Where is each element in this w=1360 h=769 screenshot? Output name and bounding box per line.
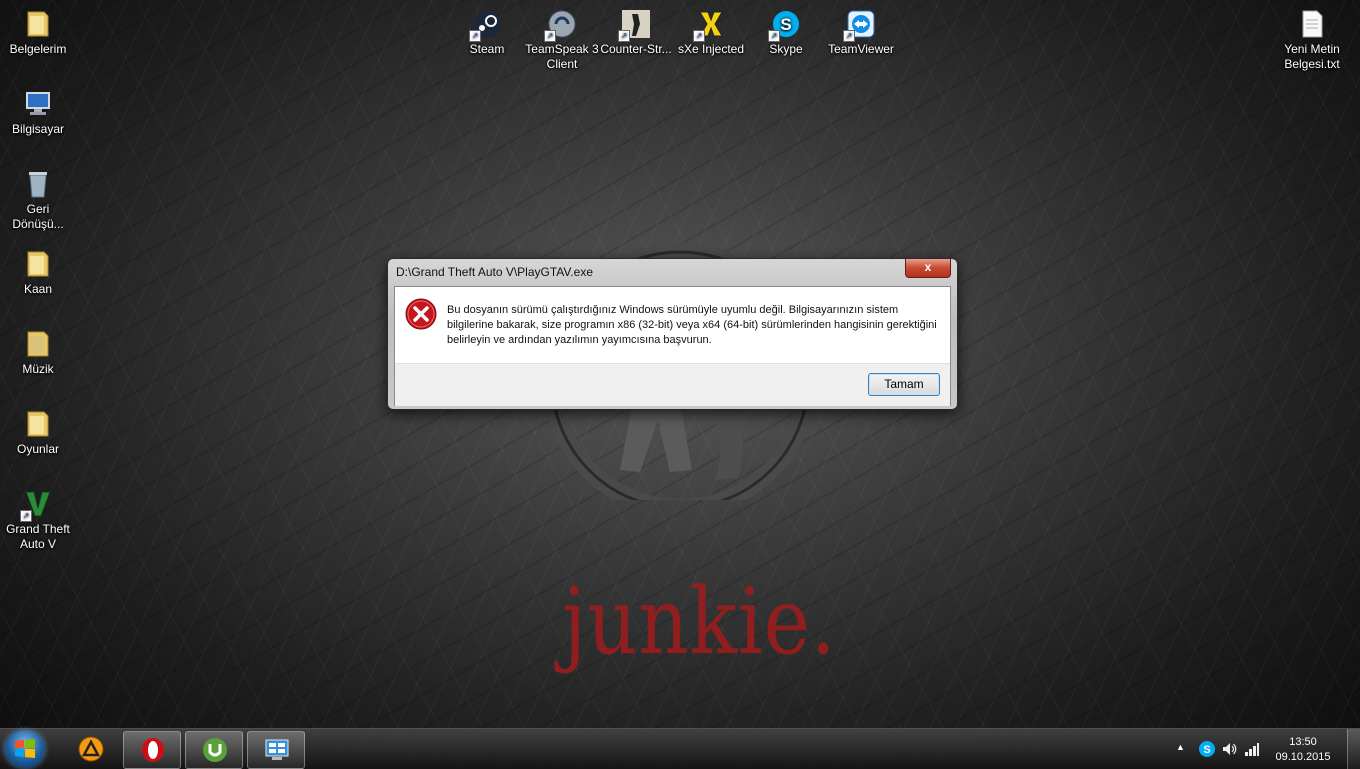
music-folder-icon <box>22 328 54 360</box>
desktop-icon-label: Yeni Metin Belgesi.txt <box>1284 42 1340 71</box>
desktop-icon-label: Geri Dönüşü... <box>12 202 64 231</box>
taskbar-utorrent[interactable] <box>185 731 243 769</box>
svg-text:S: S <box>1203 744 1210 756</box>
show-desktop-button[interactable] <box>1347 729 1360 769</box>
taskbar-clock[interactable]: 13:50 09.10.2015 <box>1268 735 1338 765</box>
desktop-icon-skype[interactable]: S ↗ Skype <box>748 8 824 57</box>
desktop-icon-label: Bilgisayar <box>11 122 65 136</box>
desktop-icon-music[interactable]: Müzik <box>0 328 76 377</box>
desktop-icon-gta-v[interactable]: ↗ Grand Theft Auto V <box>0 488 76 552</box>
shortcut-arrow-icon: ↗ <box>618 30 630 42</box>
shortcut-arrow-icon: ↗ <box>469 30 481 42</box>
teamviewer-icon: ↗ <box>843 8 877 42</box>
dialog-message: Bu dosyanın sürümü çalıştırdığınız Windo… <box>447 304 937 346</box>
folder-icon <box>22 408 54 440</box>
error-icon <box>405 298 437 330</box>
desktop-icon-kaan[interactable]: Kaan <box>0 248 76 297</box>
start-button[interactable] <box>5 730 45 768</box>
clock-time: 13:50 <box>1289 736 1317 748</box>
volume-icon[interactable] <box>1222 742 1238 756</box>
desktop-icon-documents[interactable]: Belgelerim <box>0 8 76 57</box>
dialog-title: D:\Grand Theft Auto V\PlayGTAV.exe <box>396 265 593 279</box>
opera-icon <box>142 738 164 762</box>
clock-date: 09.10.2015 <box>1275 751 1331 763</box>
desktop-icon-label: Oyunlar <box>16 442 60 456</box>
taskbar-aimp[interactable] <box>62 731 118 767</box>
taskbar-control-panel[interactable] <box>247 731 305 769</box>
desktop-icon-teamspeak[interactable]: ↗ TeamSpeak 3 Client <box>524 8 600 72</box>
shortcut-arrow-icon: ↗ <box>693 30 705 42</box>
dialog-close-button[interactable]: x <box>905 259 951 278</box>
desktop-icon-label: Skype <box>769 42 803 56</box>
recycle-bin-icon <box>22 168 54 200</box>
folder-icon <box>22 248 54 280</box>
gta-v-icon: ↗ <box>20 488 54 522</box>
desktop-icon-label: sXe Injected <box>677 42 745 56</box>
close-icon: x <box>924 260 932 274</box>
wallpaper-text: junkie. <box>562 568 837 675</box>
desktop-icon-label: TeamViewer <box>828 42 894 56</box>
desktop-icon-computer[interactable]: Bilgisayar <box>0 88 76 137</box>
counter-strike-icon: ↗ <box>618 8 652 42</box>
aimp-icon <box>78 736 104 762</box>
network-icon[interactable] <box>1244 741 1260 757</box>
steam-icon: ↗ <box>469 8 503 42</box>
shortcut-arrow-icon: ↗ <box>768 30 780 42</box>
desktop-icon-counter-strike[interactable]: ↗ Counter-Str... <box>598 8 674 57</box>
desktop-icon-games[interactable]: Oyunlar <box>0 408 76 457</box>
error-dialog: D:\Grand Theft Auto V\PlayGTAV.exe x Bu … <box>387 258 958 410</box>
desktop-icon-label: TeamSpeak 3 Client <box>525 42 599 71</box>
dialog-button-bar: Tamam <box>395 363 950 406</box>
desktop-icon-label: Müzik <box>22 362 54 376</box>
dialog-message-area: Bu dosyanın sürümü çalıştırdığınız Windo… <box>395 287 950 363</box>
dialog-body: Bu dosyanın sürümü çalıştırdığınız Windo… <box>394 286 951 406</box>
skype-tray-icon[interactable]: S <box>1198 740 1216 758</box>
ok-button[interactable]: Tamam <box>868 373 940 396</box>
desktop-icon-label: Steam <box>469 42 505 56</box>
desktop-icon-recycle-bin[interactable]: Geri Dönüşü... <box>0 168 76 232</box>
shortcut-arrow-icon: ↗ <box>20 510 32 522</box>
text-file-icon <box>1296 8 1328 40</box>
shortcut-arrow-icon: ↗ <box>544 30 556 42</box>
svg-text:S: S <box>780 15 791 34</box>
desktop-icon-label: Counter-Str... <box>600 42 672 56</box>
desktop-icon-steam[interactable]: ↗ Steam <box>449 8 525 57</box>
desktop-icon-label: Kaan <box>23 282 53 296</box>
windows-logo-icon <box>15 739 35 758</box>
desktop-icon-label: Belgelerim <box>9 42 67 56</box>
show-hidden-icons-arrow[interactable]: ▲ <box>1176 742 1185 752</box>
skype-icon: S ↗ <box>768 8 802 42</box>
desktop-icon-label: Grand Theft Auto V <box>6 522 70 551</box>
desktop-icon-teamviewer[interactable]: ↗ TeamViewer <box>823 8 899 57</box>
folder-icon <box>22 8 54 40</box>
system-tray: ▲ S <box>1172 729 1262 769</box>
utorrent-icon <box>203 738 227 762</box>
desktop-icon-text-file[interactable]: Yeni Metin Belgesi.txt <box>1274 8 1350 72</box>
computer-icon <box>22 88 54 120</box>
teamspeak-icon: ↗ <box>544 8 578 42</box>
taskbar: ▲ S 13:50 09.10.2015 <box>0 728 1360 769</box>
taskbar-opera[interactable] <box>123 731 181 769</box>
desktop-icon-sxe-injected[interactable]: ↗ sXe Injected <box>673 8 749 57</box>
sxe-injected-icon: ↗ <box>693 8 727 42</box>
shortcut-arrow-icon: ↗ <box>843 30 855 42</box>
control-panel-icon <box>265 739 289 760</box>
